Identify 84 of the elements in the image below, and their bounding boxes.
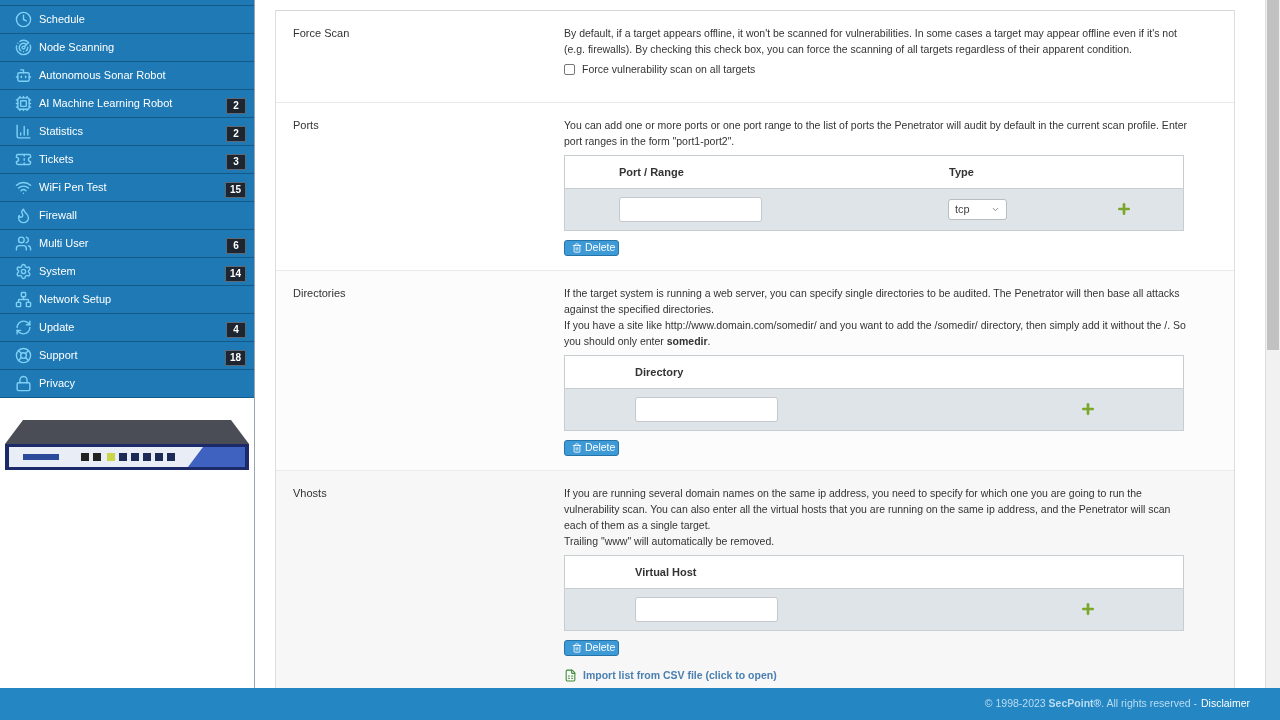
count-badge: 4 (226, 321, 246, 338)
add-icon[interactable] (1080, 601, 1096, 618)
sidebar-label: Statistics (39, 124, 84, 140)
description-text: By default, if a target appears offline, it won't be scanned for vulnerabilities. In some cases a target may appear offline even if it's not (e.g. firewalls). By checking this check box, you can force the scanning of all targets regardless of their apparent condition. (564, 26, 1178, 57)
trash-icon (572, 442, 582, 453)
sidebar-item[interactable]: Schedule (0, 6, 254, 34)
sidebar-label: Multi User (39, 236, 90, 252)
sidebar-label: WiFi Pen Test (39, 180, 108, 196)
sidebar-item[interactable]: Network Setup (0, 286, 254, 314)
description-text: If the target system is running a web server, you can specify single directories to be audited. The Penetrator will then base all attacks against the specified directories. (564, 285, 1181, 317)
count-badge: 6 (226, 237, 246, 254)
count-badge: 15 (224, 181, 246, 198)
description-text: Trailing "www" will automatically be removed. (564, 533, 776, 549)
sidebar-item[interactable]: Firewall (0, 202, 254, 230)
scrollbar[interactable] (1265, 0, 1280, 688)
sidebar-label: Privacy (39, 376, 77, 392)
sidebar-item[interactable]: Multi User 6 (0, 230, 254, 258)
checkbox-label: Force vulnerability scan on all targets (582, 62, 756, 77)
sidebar-label: Network Setup (39, 292, 113, 308)
text-input[interactable] (635, 596, 778, 622)
ticket-icon (15, 151, 32, 168)
sidebar-label: Node Scanning (39, 40, 116, 56)
users-icon (15, 235, 32, 252)
sidebar-item[interactable]: Update 4 (0, 314, 254, 342)
refresh-icon (15, 319, 32, 336)
column-header: Directory (635, 364, 684, 380)
checkbox[interactable] (564, 64, 575, 76)
wifi-icon (15, 179, 32, 196)
sidebar-item[interactable]: System 14 (0, 258, 254, 286)
bar-chart-icon (15, 123, 32, 140)
trash-icon (572, 642, 582, 653)
spreadsheet-icon (564, 669, 577, 683)
settings-icon (15, 263, 32, 280)
sidebar-label: Update (39, 320, 76, 336)
sidebar-label: Schedule (39, 12, 86, 28)
description-text: You can add one or more ports or one port range to the list of ports the Penetrator will audit by default in the current scan profile. Enter port ranges in the form "port1-port2". (564, 117, 1188, 149)
delete-button[interactable]: Delete (564, 239, 619, 256)
flame-icon (15, 207, 32, 224)
sidebar-item[interactable]: WiFi Pen Test 15 (0, 174, 254, 202)
sidebar-item[interactable]: AI Machine Learning Robot 2 (0, 90, 254, 118)
count-badge: 2 (226, 97, 246, 114)
sidebar-label: AI Machine Learning Robot (39, 96, 174, 112)
add-icon[interactable] (1080, 401, 1096, 418)
sidebar-item[interactable]: Node Scanning (0, 34, 254, 62)
count-badge: 2 (226, 125, 246, 142)
description-text: If you have a site like http://www.domain.com/somedir/ and you want to add the /somedir/ directory, then simply add it without the /. So you should only enter somedir. (564, 317, 1187, 349)
sidebar-item[interactable]: Support 18 (0, 342, 254, 370)
count-badge: 3 (226, 153, 246, 170)
chip-icon (15, 95, 32, 112)
count-badge: 14 (224, 265, 246, 282)
lifebuoy-icon (15, 347, 32, 364)
network-icon (15, 291, 32, 308)
sidebar-label: System (39, 264, 77, 280)
type-select[interactable]: tcp (948, 198, 1007, 220)
sidebar-item[interactable]: Autonomous Sonar Robot (0, 62, 254, 90)
add-icon[interactable] (1116, 201, 1132, 218)
sidebar-item[interactable]: Statistics 2 (0, 118, 254, 146)
section-label: Directories (292, 285, 347, 301)
delete-button[interactable]: Delete (564, 639, 619, 656)
column-header: Port / Range (619, 164, 685, 180)
radar-icon (15, 39, 32, 56)
section-label: Vhosts (292, 485, 328, 501)
robot-icon (15, 67, 32, 84)
description-text: If you are running several domain names on the same ip address, you need to specify for which one you are going to run the vulnerability scan. You can also enter all the virtual hosts that you are running on the same ip address, and the Penetrator will scan each of them as a single target. (564, 485, 1172, 533)
disclaimer-link[interactable]: Disclaimer (1201, 696, 1250, 712)
sidebar-label: Tickets (39, 152, 75, 168)
copyright-text: © 1998-2023 SecPoint®. All rights reserved - (984, 696, 1197, 712)
import-link[interactable]: Import list from CSV file (click to open) (564, 667, 1194, 684)
column-header: Virtual Host (635, 564, 697, 580)
sidebar-label: Autonomous Sonar Robot (39, 68, 167, 84)
section-label: Ports (292, 117, 320, 133)
lock-icon (15, 375, 32, 392)
sidebar-item[interactable]: Privacy (0, 370, 254, 398)
count-badge: 18 (224, 349, 246, 366)
text-input[interactable] (619, 196, 762, 222)
sidebar-item[interactable]: Tickets 3 (0, 146, 254, 174)
section-label: Force Scan (292, 26, 351, 41)
clock-icon (15, 11, 32, 28)
sidebar-label: Firewall (39, 208, 78, 224)
delete-button[interactable]: Delete (564, 439, 619, 456)
trash-icon (572, 242, 582, 253)
sidebar-label: Support (39, 348, 79, 364)
text-input[interactable] (635, 396, 778, 422)
column-header: Type (949, 164, 974, 180)
